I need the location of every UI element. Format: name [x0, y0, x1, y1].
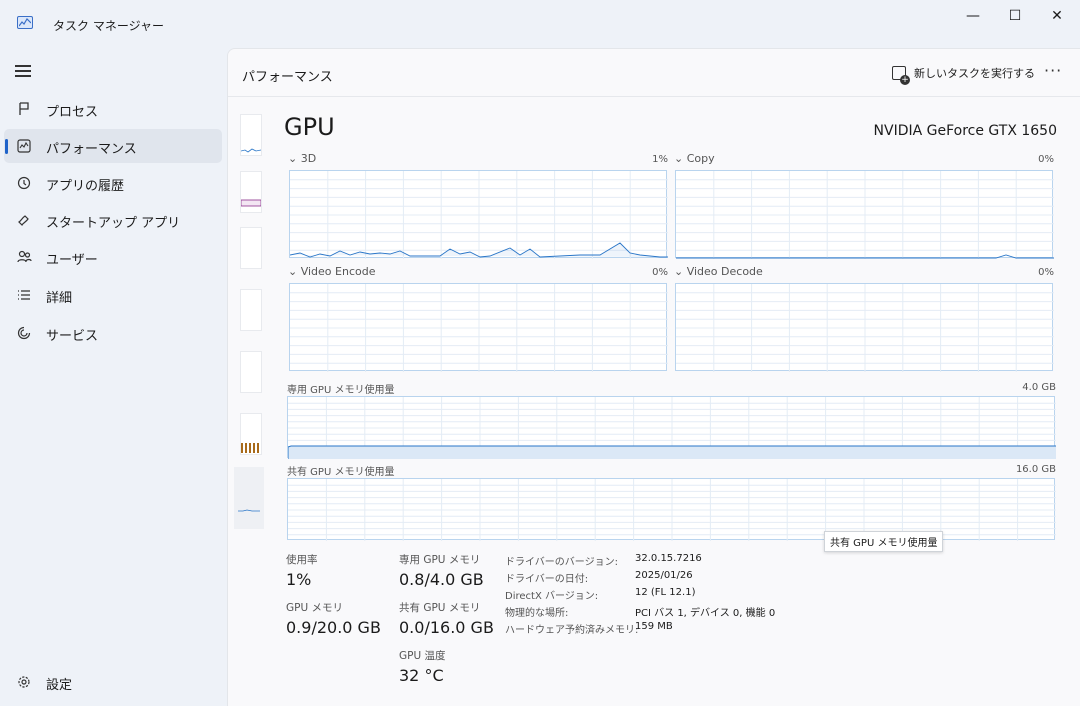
details-icon: [16, 287, 32, 303]
sidebar-item-settings[interactable]: 設定: [4, 665, 222, 699]
gpu-memory-label: GPU メモリ: [286, 602, 343, 614]
engine-pct: 1%: [652, 154, 668, 165]
engine-label: Video Encode: [300, 265, 376, 278]
usage-value: 1%: [286, 570, 312, 589]
sidebar-item-label: 詳細: [46, 291, 73, 306]
graph-video-encode: [289, 283, 668, 372]
task-manager-app-icon: [17, 16, 33, 29]
engine-pct: 0%: [1038, 267, 1054, 278]
chevron-down-icon: ⌄: [288, 265, 298, 278]
chevron-down-icon: ⌄: [288, 152, 298, 165]
info-key: DirectX バージョン:: [505, 591, 599, 602]
sidebar-item-details[interactable]: 詳細: [4, 278, 222, 312]
info-key: ドライバーの日付:: [505, 574, 589, 585]
sidebar-item-label: アプリの履歴: [46, 179, 125, 194]
engine-label: Video Decode: [686, 265, 763, 278]
sidebar-item-label: パフォーマンス: [46, 142, 137, 157]
sidebar-item-label: スタートアップ アプリ: [46, 216, 181, 231]
hamburger-menu-icon[interactable]: [15, 65, 31, 77]
sidebar-item-app-history[interactable]: アプリの履歴: [4, 166, 222, 200]
app-title: タスク マネージャー: [53, 19, 164, 33]
thumb-memory[interactable]: [240, 171, 262, 213]
close-icon[interactable]: ✕: [1034, 0, 1080, 32]
sidebar-item-services[interactable]: サービス: [4, 316, 222, 350]
startup-icon: [16, 212, 32, 228]
history-icon: [16, 175, 32, 191]
info-value: 32.0.15.7216: [635, 553, 702, 564]
engine-copy-dropdown[interactable]: ⌄ Copy: [674, 152, 715, 165]
shared-memory-max: 16.0 GB: [1015, 464, 1056, 475]
thumb-ethernet[interactable]: [240, 351, 262, 393]
thumb-cpu[interactable]: [240, 114, 262, 156]
thumb-disk-1[interactable]: [240, 289, 262, 331]
dedicated-memory-label: 専用 GPU メモリ使用量: [287, 385, 395, 396]
graph-3d: [289, 170, 668, 259]
engine-video-encode-dropdown[interactable]: ⌄ Video Encode: [288, 265, 375, 278]
main-header: パフォーマンス 新しいタスクを実行する ···: [228, 49, 1080, 97]
maximize-icon[interactable]: ☐: [992, 0, 1038, 32]
services-icon: [16, 325, 32, 341]
sidebar-item-processes[interactable]: プロセス: [4, 92, 222, 126]
dedicated-gpu-memory-value: 0.8/4.0 GB: [399, 570, 484, 589]
minimize-icon[interactable]: —: [950, 0, 996, 32]
info-value: 2025/01/26: [635, 570, 693, 581]
engine-pct: 0%: [1038, 154, 1054, 165]
page-title: パフォーマンス: [242, 70, 333, 85]
info-value: 12 (FL 12.1): [635, 587, 696, 598]
graph-dedicated-memory: [287, 396, 1056, 459]
users-icon: [16, 249, 32, 265]
main-panel: パフォーマンス 新しいタスクを実行する ··· GPU NVIDIA GeFor…: [227, 48, 1080, 706]
info-key: 物理的な場所:: [505, 608, 569, 619]
tooltip: 共有 GPU メモリ使用量: [824, 531, 944, 552]
performance-icon: [16, 138, 32, 154]
processes-icon: [16, 101, 32, 117]
engine-3d-dropdown[interactable]: ⌄ 3D: [288, 152, 316, 165]
thumb-wifi[interactable]: [240, 413, 262, 455]
engine-label: Copy: [686, 152, 715, 165]
run-new-task-button[interactable]: 新しいタスクを実行する: [892, 65, 1035, 85]
dedicated-memory-max: 4.0 GB: [1022, 382, 1056, 393]
shared-gpu-memory-value: 0.0/16.0 GB: [399, 618, 494, 637]
gpu-title: GPU: [284, 113, 335, 141]
gear-icon: [16, 674, 32, 690]
sidebar: プロセス パフォーマンス アプリの履歴 スタートアップ アプリ ユーザー 詳細: [0, 48, 227, 706]
gpu-temperature-value: 32 °C: [399, 666, 444, 685]
usage-label: 使用率: [286, 554, 318, 566]
info-key: ハードウェア予約済みメモリ:: [505, 625, 639, 636]
run-new-task-label: 新しいタスクを実行する: [914, 67, 1035, 80]
sidebar-item-label: ユーザー: [46, 253, 98, 268]
dedicated-gpu-memory-label: 専用 GPU メモリ: [399, 554, 481, 566]
more-options-button[interactable]: ···: [1044, 61, 1062, 80]
settings-label: 設定: [46, 678, 73, 693]
info-key: ドライバーのバージョン:: [505, 557, 618, 568]
gpu-memory-value: 0.9/20.0 GB: [286, 618, 381, 637]
graph-video-decode: [675, 283, 1054, 372]
thumb-disk-0[interactable]: [240, 227, 262, 269]
shared-gpu-memory-label: 共有 GPU メモリ: [399, 602, 481, 614]
sidebar-item-startup-apps[interactable]: スタートアップ アプリ: [4, 203, 222, 237]
shared-memory-label: 共有 GPU メモリ使用量: [287, 467, 395, 478]
chevron-down-icon: ⌄: [674, 265, 684, 278]
gpu-model: NVIDIA GeForce GTX 1650: [873, 123, 1057, 139]
engine-video-decode-dropdown[interactable]: ⌄ Video Decode: [674, 265, 763, 278]
new-task-icon: [892, 66, 910, 85]
thumb-gpu[interactable]: [234, 467, 264, 529]
sidebar-item-label: プロセス: [46, 105, 99, 120]
engine-label: 3D: [300, 152, 317, 165]
engine-pct: 0%: [652, 267, 668, 278]
gpu-temperature-label: GPU 温度: [399, 650, 446, 662]
graph-copy: [675, 170, 1054, 259]
sidebar-item-label: サービス: [46, 329, 99, 344]
sidebar-item-performance[interactable]: パフォーマンス: [4, 129, 222, 163]
info-value: 159 MB: [635, 621, 673, 632]
title-bar: タスク マネージャー — ☐ ✕: [0, 0, 1080, 48]
chevron-down-icon: ⌄: [674, 152, 684, 165]
sidebar-item-users[interactable]: ユーザー: [4, 240, 222, 274]
info-value: PCI バス 1, デバイス 0, 機能 0: [635, 608, 776, 619]
